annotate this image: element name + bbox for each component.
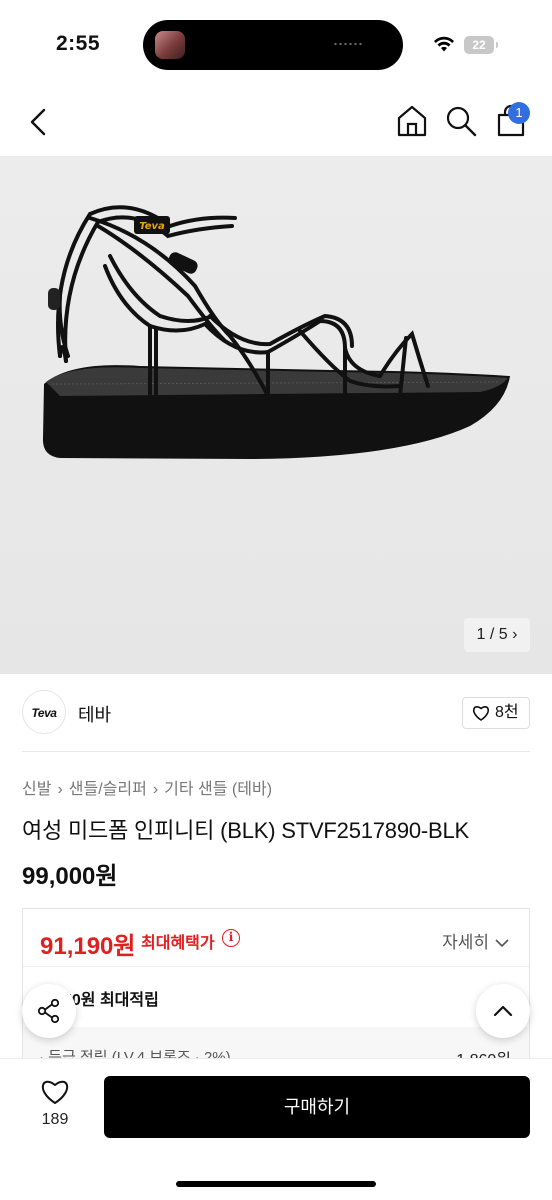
product-price: 99,000원 — [22, 863, 118, 890]
island-dots — [333, 42, 363, 46]
box-divider — [23, 966, 529, 967]
breadcrumb-separator: › — [152, 781, 159, 798]
breadcrumb-item[interactable]: 신발 — [22, 781, 51, 798]
brand-like-button[interactable]: 8천 — [462, 697, 530, 729]
brand-like-count: 8천 — [495, 704, 519, 721]
home-icon[interactable] — [394, 103, 430, 139]
scroll-top-button[interactable] — [476, 984, 530, 1038]
benefit-box: 91,190원 최대혜택가 i 자세히 50원 최대적립 · 등급 적립 (LV… — [22, 908, 530, 1079]
status-time: 2:55 — [56, 32, 101, 55]
wish-count: 189 — [41, 1111, 69, 1128]
details-toggle[interactable]: 자세히 — [442, 928, 509, 953]
breadcrumb: 신발 › 샌들/슬리퍼 › 기타 샌들 (테바) — [22, 775, 272, 799]
divider — [22, 751, 530, 752]
breadcrumb-separator: › — [57, 781, 63, 798]
product-title: 여성 미드폼 인피니티 (BLK) STVF2517890-BLK — [22, 818, 470, 843]
product-image-carousel[interactable]: Teva 1 / 5 › — [0, 156, 552, 674]
max-benefit-price: 91,190원 — [40, 933, 136, 960]
chevron-up-icon — [493, 1005, 513, 1017]
cart-badge: 1 — [508, 102, 530, 124]
info-icon[interactable]: i — [222, 929, 240, 947]
battery-icon: 22 — [464, 36, 498, 54]
details-label: 자세히 — [442, 933, 489, 952]
max-points: 50원 최대적립 — [63, 992, 159, 1009]
dynamic-island — [143, 20, 403, 70]
brand-row[interactable]: Teva 테바 8천 — [0, 674, 552, 752]
bottom-action-bar: 189 구매하기 — [0, 1058, 552, 1200]
heart-icon — [473, 706, 489, 721]
chevron-down-icon — [495, 939, 509, 948]
max-benefit-label: 최대혜택가 — [141, 935, 215, 952]
status-bar: 2:55 22 — [0, 0, 552, 90]
heart-icon — [42, 1080, 68, 1104]
breadcrumb-item[interactable]: 기타 샌들 (테바) — [164, 781, 272, 798]
chevron-left-icon[interactable] — [22, 104, 58, 140]
search-icon[interactable] — [443, 103, 479, 139]
svg-text:Teva: Teva — [139, 221, 165, 232]
brand-name[interactable]: 테바 — [78, 701, 111, 727]
wish-button[interactable]: 189 — [30, 1079, 80, 1139]
top-navigation — [0, 90, 552, 156]
sandal-product-image: Teva — [42, 205, 511, 459]
image-page-indicator[interactable]: 1 / 5 › — [464, 618, 530, 652]
breadcrumb-item[interactable]: 샌들/슬리퍼 — [69, 781, 147, 798]
wifi-icon — [434, 36, 454, 52]
brand-logo[interactable]: Teva — [22, 690, 66, 734]
home-indicator — [176, 1181, 376, 1187]
buy-button[interactable]: 구매하기 — [104, 1076, 530, 1138]
share-button[interactable] — [22, 984, 76, 1038]
share-icon — [37, 998, 60, 1024]
island-avatar — [155, 31, 185, 59]
